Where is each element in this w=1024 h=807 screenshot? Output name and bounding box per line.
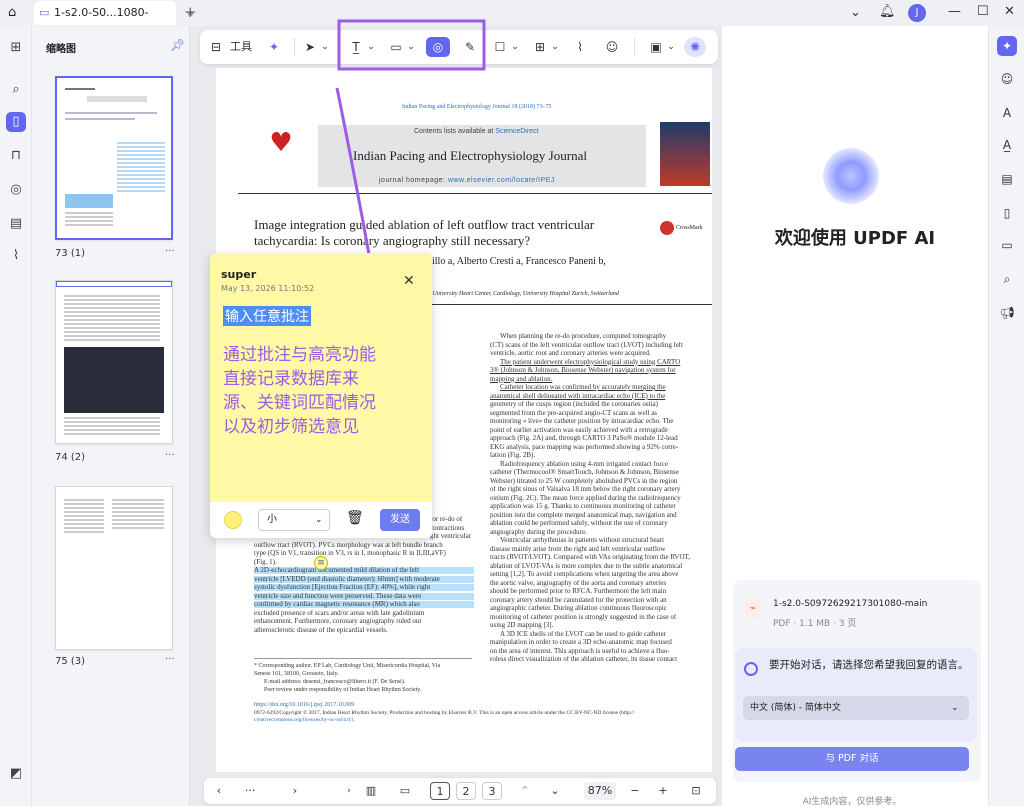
emoji-icon[interactable]: ☺ <box>997 69 1017 89</box>
reading-mode-icon[interactable]: ▥ <box>362 782 380 800</box>
page-button-1[interactable]: 1 <box>430 782 450 800</box>
highlight-box <box>337 19 486 71</box>
zoom-level[interactable]: 87% <box>584 782 616 800</box>
size-select[interactable]: 小 ⌄ <box>258 509 330 531</box>
page-navigation-bar: ‹ ··· › › ▥ ▭ 1 2 3 ⌃ ⌄ 87% − + ⊡ <box>204 778 716 804</box>
zoom-out-icon[interactable]: − <box>628 782 642 800</box>
color-swatch[interactable] <box>224 511 242 529</box>
language-box: 要开始对话，请选择您希望我回复的语言。 中文 (简体) - 简体中文 ⌄ <box>735 648 977 742</box>
pdf-file-icon: ⌁ <box>745 600 761 618</box>
summary-icon[interactable]: ▤ <box>997 169 1017 189</box>
ai-logo-icon <box>823 148 879 204</box>
megaphone-icon[interactable]: 📢︎ <box>997 303 1017 323</box>
chevron-down-icon: ⌄ <box>315 515 323 525</box>
collapse-icon[interactable]: › <box>342 782 356 800</box>
page-button-3[interactable]: 3 <box>482 782 502 800</box>
note-selected-text[interactable]: 输入任意批注 <box>223 306 311 326</box>
language-prompt: 要开始对话，请选择您希望我回复的语言。 <box>769 659 969 671</box>
note-body[interactable]: 通过批注与高亮功能直接记录数据库来源、关键词匹配情况以及初步筛选意见 <box>223 343 379 439</box>
sticky-note-popup[interactable]: super May 13, 2026 11:10:52 ✕ 输入任意批注 通过批… <box>210 253 432 538</box>
note-author: super <box>221 268 257 281</box>
language-value: 中文 (简体) - 简体中文 <box>750 703 841 713</box>
chat-with-pdf-button[interactable]: 与 PDF 对话 <box>735 747 969 771</box>
chevron-right-icon[interactable]: › <box>288 782 302 800</box>
folder-icon[interactable]: ▭ <box>997 235 1017 255</box>
close-icon[interactable]: ✕ <box>403 273 415 289</box>
ai-chat-icon[interactable]: ✦ <box>997 36 1017 56</box>
trash-icon[interactable]: 🗑︎ <box>346 510 364 526</box>
note-footer: 小 ⌄ 🗑︎ 发送 <box>210 502 432 538</box>
fit-page-icon[interactable]: ⊡ <box>688 782 704 800</box>
file-name: 1-s2.0-S0972629217301080-main <box>773 599 928 609</box>
chevron-down-icon: ⌄ <box>951 703 959 713</box>
zoom-in-icon[interactable]: + <box>656 782 670 800</box>
chevron-down-icon[interactable]: ⌄ <box>548 782 562 800</box>
size-value: 小 <box>267 514 277 525</box>
right-rail: ✦ ☺ A A̲ ▤ ▯ ▭ ⌕ 📢︎ <box>988 26 1024 806</box>
more-icon[interactable]: ··· <box>242 782 258 800</box>
search-doc-icon[interactable]: ⌕ <box>997 269 1017 289</box>
note-date: May 13, 2026 11:10:52 <box>221 284 315 293</box>
page-button-2[interactable]: 2 <box>456 782 476 800</box>
book-icon[interactable]: ▯ <box>997 203 1017 223</box>
ai-icon <box>744 662 758 676</box>
chevron-up-icon[interactable]: ⌃ <box>518 782 532 800</box>
language-select[interactable]: 中文 (简体) - 简体中文 ⌄ <box>743 696 969 720</box>
ai-welcome-title: 欢迎使用 UPDF AI <box>774 228 936 249</box>
ai-disclaimer: AI生成内容，仅供参考。 <box>802 797 902 807</box>
ocr-icon[interactable]: A̲ <box>997 135 1017 155</box>
file-meta: PDF · 1.1 MB · 3 页 <box>773 619 857 629</box>
chat-card: ⌁ 1-s2.0-S0972629217301080-main PDF · 1.… <box>733 580 981 782</box>
translate-icon[interactable]: A <box>997 103 1017 123</box>
chevron-left-icon[interactable]: ‹ <box>212 782 226 800</box>
present-icon[interactable]: ▭ <box>396 782 414 800</box>
send-button[interactable]: 发送 <box>380 509 420 531</box>
